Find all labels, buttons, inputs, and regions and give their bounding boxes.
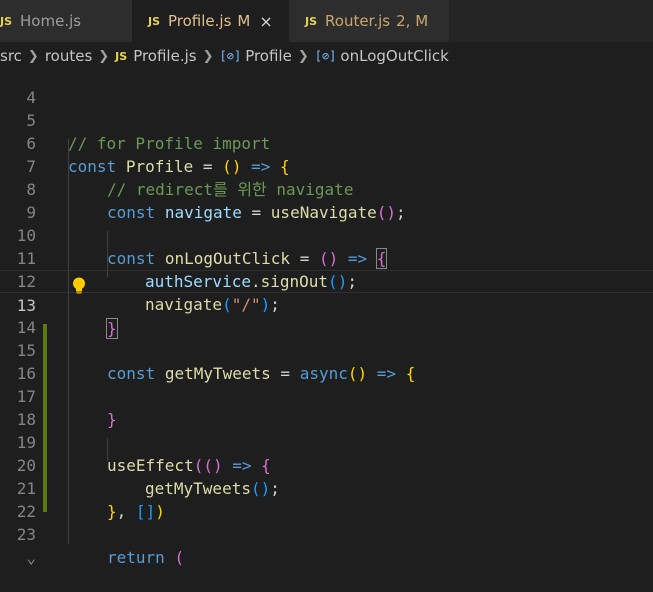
code-line: 23 return ( <box>0 500 653 567</box>
code-line: 21 }, []) <box>0 454 653 521</box>
javascript-file-icon: JS <box>0 14 13 28</box>
symbol-variable-icon: [⊘] <box>219 49 242 63</box>
problems-modified-badge: 2, M <box>396 12 429 30</box>
javascript-file-icon: JS <box>305 14 318 28</box>
code-editor[interactable]: 4 5 // for Profile import 6 const Profil… <box>0 70 653 567</box>
code-text: return ( <box>107 548 185 567</box>
code-line: 14 <box>0 293 653 337</box>
code-line: 4 <box>0 63 653 107</box>
tab-router-js[interactable]: JS Router.js 2, M <box>289 0 449 42</box>
code-line: 22 <box>0 477 653 521</box>
tab-profile-js[interactable]: JS Profile.js M × <box>132 0 289 42</box>
code-line: 20 getMyTweets(); <box>0 431 653 498</box>
code-line: 5 // for Profile import <box>0 86 653 153</box>
code-line: ⌄ <box>0 523 653 567</box>
editor-tab-bar: JS Home.js JS Profile.js M × JS Router.j… <box>0 0 653 42</box>
code-line: 19 useEffect(() => { <box>0 408 653 475</box>
code-line: 11 authService.signOut(); <box>0 224 653 291</box>
lightbulb-icon[interactable] <box>70 276 88 296</box>
code-line: 9 <box>0 178 653 222</box>
tab-home-js[interactable]: JS Home.js <box>0 0 132 42</box>
tab-label: Router.js <box>325 12 391 30</box>
close-icon[interactable]: × <box>259 12 272 31</box>
code-line: 6 const Profile = () => { <box>0 109 653 176</box>
chevron-right-icon: ❯ <box>297 48 309 64</box>
tab-label: Profile.js <box>168 12 232 30</box>
code-line: 12 navigate("/"); <box>0 247 653 314</box>
code-line: 15 const getMyTweets = async() => { <box>0 316 653 383</box>
modified-badge: M <box>237 12 251 30</box>
code-line: 16 <box>0 339 653 383</box>
chevron-right-icon: ❯ <box>202 48 214 64</box>
javascript-file-icon: JS <box>115 49 128 63</box>
javascript-file-icon: JS <box>148 14 161 28</box>
symbol-variable-icon: [⊘] <box>314 49 337 63</box>
code-line: 10 const onLogOutClick = () => { <box>0 201 653 269</box>
tab-label: Home.js <box>20 12 82 30</box>
line-number: ⌄ <box>26 548 36 567</box>
code-line: 8 const navigate = useNavigate(); <box>0 155 653 222</box>
code-line: 7 // redirect를 위한 navigate <box>0 132 653 199</box>
code-line-current: 13 } <box>0 270 653 339</box>
code-line: 18 <box>0 385 653 429</box>
code-line: 17 } <box>0 362 653 429</box>
chevron-right-icon: ❯ <box>27 48 39 64</box>
chevron-right-icon: ❯ <box>98 48 110 64</box>
